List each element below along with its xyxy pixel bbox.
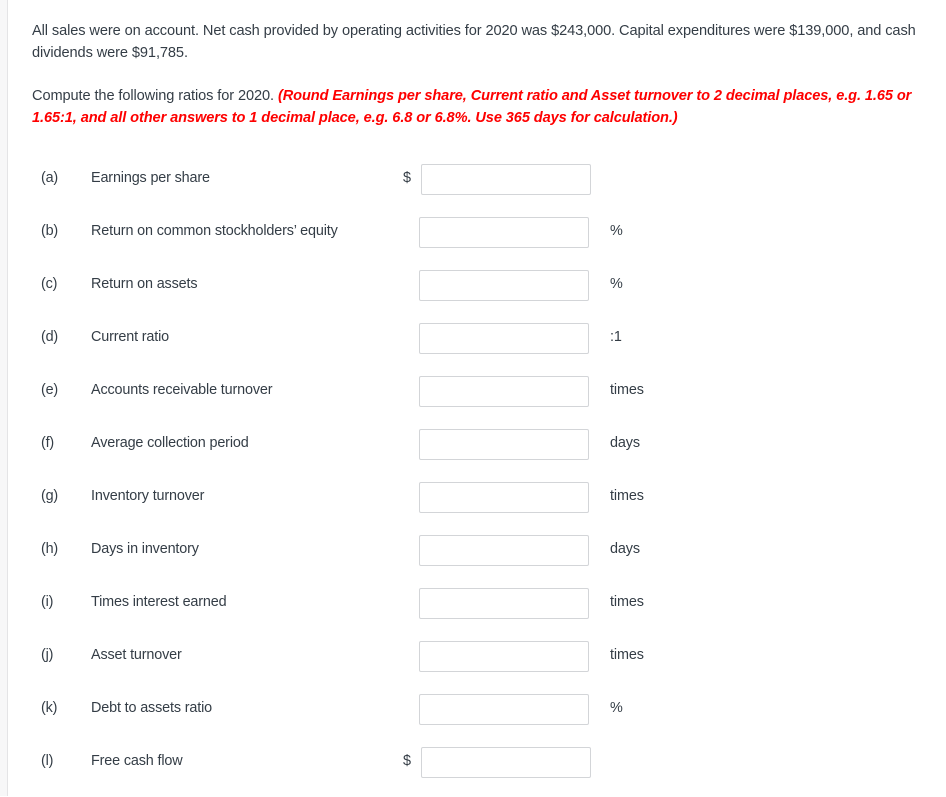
ratio-row-label: Return on assets bbox=[91, 276, 198, 292]
unit-suffix: % bbox=[610, 700, 623, 716]
unit-suffix: times bbox=[610, 594, 644, 610]
ratio-answer-input[interactable] bbox=[419, 217, 589, 248]
problem-paragraph-2: Compute the following ratios for 2020. (… bbox=[32, 86, 936, 129]
ratio-row: (l) Free cash flow $ bbox=[9, 744, 946, 797]
ratio-row: (e) Accounts receivable turnover times bbox=[9, 373, 946, 426]
left-gutter-strip bbox=[0, 0, 8, 796]
ratio-answer-input[interactable] bbox=[419, 429, 589, 460]
ratio-row: (g) Inventory turnover times bbox=[9, 479, 946, 532]
ratio-row-letter: (d) bbox=[41, 329, 58, 345]
ratio-row-letter: (j) bbox=[41, 647, 54, 663]
ratio-row: (h) Days in inventory days bbox=[9, 532, 946, 585]
ratio-row-letter: (e) bbox=[41, 382, 58, 398]
ratio-answer-input[interactable] bbox=[419, 535, 589, 566]
ratio-row-letter: (i) bbox=[41, 594, 54, 610]
unit-suffix: days bbox=[610, 541, 640, 557]
unit-suffix: times bbox=[610, 382, 644, 398]
ratio-row-label: Accounts receivable turnover bbox=[91, 382, 273, 398]
ratio-row-label: Free cash flow bbox=[91, 753, 183, 769]
unit-suffix: % bbox=[610, 223, 623, 239]
ratio-row: (f) Average collection period days bbox=[9, 426, 946, 479]
problem-statement: All sales were on account. Net cash prov… bbox=[9, 0, 946, 129]
unit-suffix: times bbox=[610, 488, 644, 504]
unit-suffix: :1 bbox=[610, 329, 622, 345]
ratio-row: (b) Return on common stockholders’ equity… bbox=[9, 214, 946, 267]
ratio-answer-list: (a) Earnings per share $ (b) Return on commo… bbox=[9, 161, 946, 797]
unit-suffix: times bbox=[610, 647, 644, 663]
problem-paragraph-1: All sales were on account. Net cash prov… bbox=[32, 23, 916, 61]
ratio-row-label: Current ratio bbox=[91, 329, 170, 345]
compute-lead-text: Compute the following ratios for 2020. bbox=[32, 88, 278, 104]
ratio-answer-input[interactable] bbox=[419, 323, 589, 354]
unit-suffix: days bbox=[610, 435, 640, 451]
ratio-answer-input[interactable] bbox=[421, 164, 591, 195]
ratio-row-letter: (c) bbox=[41, 276, 58, 292]
ratio-answer-input[interactable] bbox=[419, 588, 589, 619]
ratio-row-label: Times interest earned bbox=[91, 594, 227, 610]
ratio-row-letter: (g) bbox=[41, 488, 58, 504]
unit-suffix: % bbox=[610, 276, 623, 292]
ratio-answer-input[interactable] bbox=[419, 641, 589, 672]
ratio-answer-input[interactable] bbox=[419, 694, 589, 725]
ratio-row-label: Asset turnover bbox=[91, 647, 182, 663]
ratio-answer-input[interactable] bbox=[421, 747, 591, 778]
ratio-row-label: Debt to assets ratio bbox=[91, 700, 212, 716]
ratio-row: (c) Return on assets% bbox=[9, 267, 946, 320]
ratio-row-letter: (k) bbox=[41, 700, 58, 716]
ratio-row-letter: (h) bbox=[41, 541, 58, 557]
ratio-answer-input[interactable] bbox=[419, 376, 589, 407]
ratio-row-label: Days in inventory bbox=[91, 541, 199, 557]
ratio-row-letter: (b) bbox=[41, 223, 58, 239]
ratio-row-label: Earnings per share bbox=[91, 170, 210, 186]
ratio-row: (a) Earnings per share $ bbox=[9, 161, 946, 214]
ratio-row: (k) Debt to assets ratio% bbox=[9, 691, 946, 744]
ratio-answer-input[interactable] bbox=[419, 270, 589, 301]
ratio-row-letter: (f) bbox=[41, 435, 54, 451]
ratio-row-letter: (l) bbox=[41, 753, 54, 769]
ratio-row: (i) Times interest earned times bbox=[9, 585, 946, 638]
ratio-row-label: Inventory turnover bbox=[91, 488, 205, 504]
ratio-row-label: Average collection period bbox=[91, 435, 249, 451]
currency-prefix: $ bbox=[403, 753, 412, 769]
currency-prefix: $ bbox=[403, 170, 412, 186]
ratio-row: (d) Current ratio :1 bbox=[9, 320, 946, 373]
ratio-row: (j) Asset turnover times bbox=[9, 638, 946, 691]
exercise-page: All sales were on account. Net cash prov… bbox=[9, 0, 946, 796]
ratio-answer-input[interactable] bbox=[419, 482, 589, 513]
ratio-row-label: Return on common stockholders’ equity bbox=[91, 223, 338, 239]
ratio-row-letter: (a) bbox=[41, 170, 58, 186]
